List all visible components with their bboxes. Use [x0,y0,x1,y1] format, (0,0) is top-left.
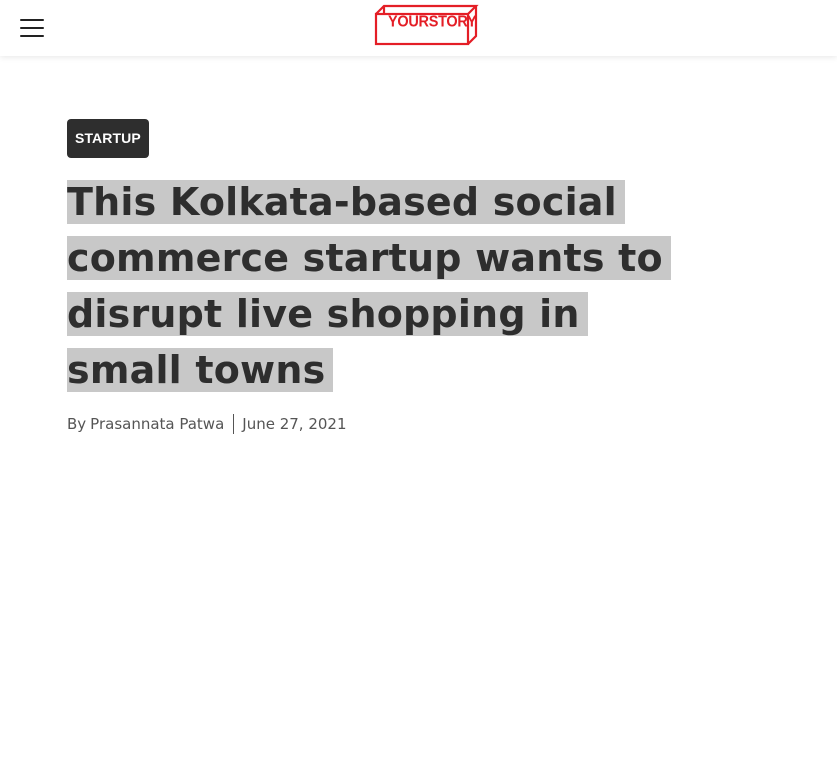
logo-text: YOURSTORY [388,13,477,31]
author-link[interactable]: Prasannata Patwa [90,415,224,433]
yourstory-logo[interactable]: YOURSTORY [373,4,479,46]
byline-prefix: By [67,415,87,433]
site-header: YOURSTORY [0,0,837,56]
article-byline: By Prasannata Patwa June 27, 2021 [67,413,347,435]
menu-bar-middle [20,27,44,29]
article-title: This Kolkata-based social commerce start… [67,174,707,398]
hamburger-menu-icon[interactable] [18,16,46,40]
menu-bar-top [20,19,44,21]
publish-date: June 27, 2021 [242,415,347,433]
article-title-text: This Kolkata-based social commerce start… [67,180,671,392]
category-badge[interactable]: STARTUP [67,119,149,158]
byline-divider [233,414,235,434]
menu-bar-bottom [20,35,44,37]
